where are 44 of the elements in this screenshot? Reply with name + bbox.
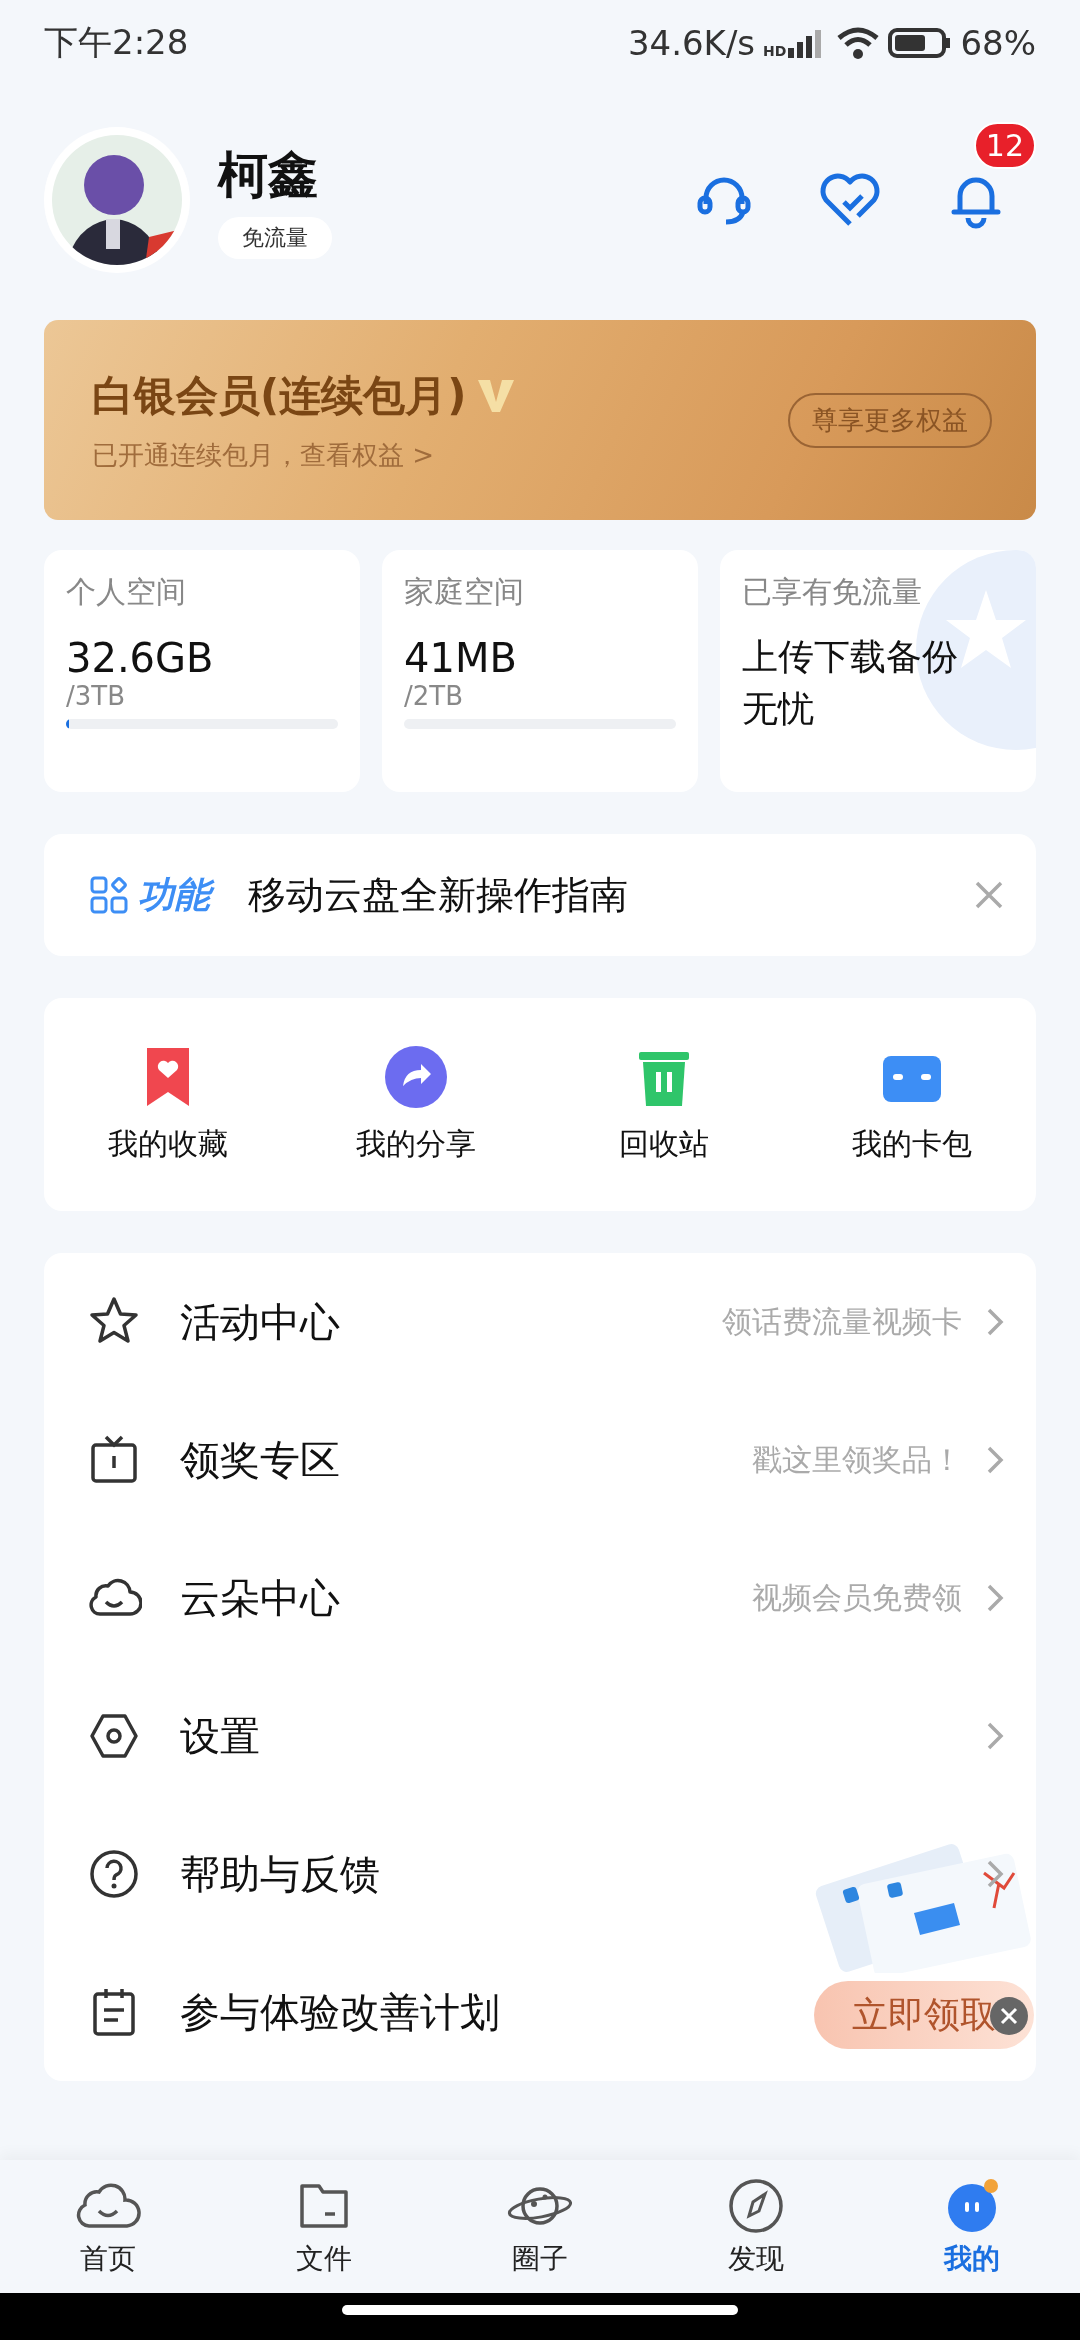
menu-label[interactable]: 帮助与反馈: [180, 1846, 380, 1902]
menu-label[interactable]: 活动中心: [180, 1294, 340, 1350]
user-name: 柯鑫: [218, 144, 318, 206]
shortcut-label: 回收站: [619, 1125, 709, 1163]
tab-item[interactable]: 首页: [0, 2175, 216, 2278]
shortcut-label: 我的收藏: [108, 1125, 228, 1163]
menu-hint: 戳这里领奖品！: [752, 1440, 962, 1479]
total-space: /3TB: [66, 681, 127, 711]
network-type: HD: [763, 43, 787, 59]
card-label: 家庭空间: [404, 573, 525, 611]
notice-text: 移动云盘全新操作指南: [248, 871, 628, 919]
menu-hint: 领话费流量视频卡: [722, 1302, 962, 1341]
shortcut-label: 我的分享: [356, 1125, 476, 1163]
notice-tag: 功能: [138, 870, 216, 920]
membership-title: 白银会员(连续包月): [92, 369, 467, 422]
storage-card[interactable]: 已享有免流量 上传下载备份无忧: [720, 550, 1036, 792]
storage-card[interactable]: 家庭空间 41MB /2TB: [382, 550, 698, 792]
shortcut-item[interactable]: 回收站: [540, 1044, 788, 1165]
menu-label[interactable]: 领奖专区: [180, 1432, 340, 1488]
used-space: 32.6GB: [66, 635, 215, 681]
tab-item[interactable]: 圈子: [432, 2175, 648, 2278]
notice-bar[interactable]: 功能 移动云盘全新操作指南: [44, 834, 1036, 956]
notification-badge: 12: [973, 122, 1036, 169]
shortcut-label: 我的卡包: [852, 1125, 972, 1163]
tab-item[interactable]: 发现: [648, 2175, 864, 2278]
menu-hint: 视频会员免费领: [752, 1578, 962, 1617]
battery-percent: 68%: [960, 23, 1036, 63]
shortcut-item[interactable]: 我的分享: [292, 1044, 540, 1165]
tab-item[interactable]: 我的: [864, 2175, 1080, 2278]
menu-label[interactable]: 云朵中心: [180, 1570, 340, 1626]
menu-label[interactable]: 设置: [180, 1708, 260, 1764]
data-plan-tag[interactable]: 免流量: [218, 216, 332, 259]
card-label: 已享有免流量: [742, 573, 923, 611]
shortcut-item[interactable]: 我的卡包: [788, 1044, 1036, 1165]
tab-item[interactable]: 文件: [216, 2175, 432, 2278]
used-space: 41MB: [404, 635, 518, 681]
promo-text: 上传下载备份无忧: [742, 635, 959, 732]
total-space: /2TB: [404, 681, 465, 711]
card-label: 个人空间: [66, 573, 187, 611]
status-time: 下午2:28: [44, 21, 189, 64]
shortcut-item[interactable]: 我的收藏: [44, 1044, 292, 1165]
network-speed: 34.6K/s: [627, 23, 756, 63]
menu-label[interactable]: 参与体验改善计划: [180, 1984, 500, 2040]
storage-card[interactable]: 个人空间 32.6GB /3TB: [44, 550, 360, 792]
